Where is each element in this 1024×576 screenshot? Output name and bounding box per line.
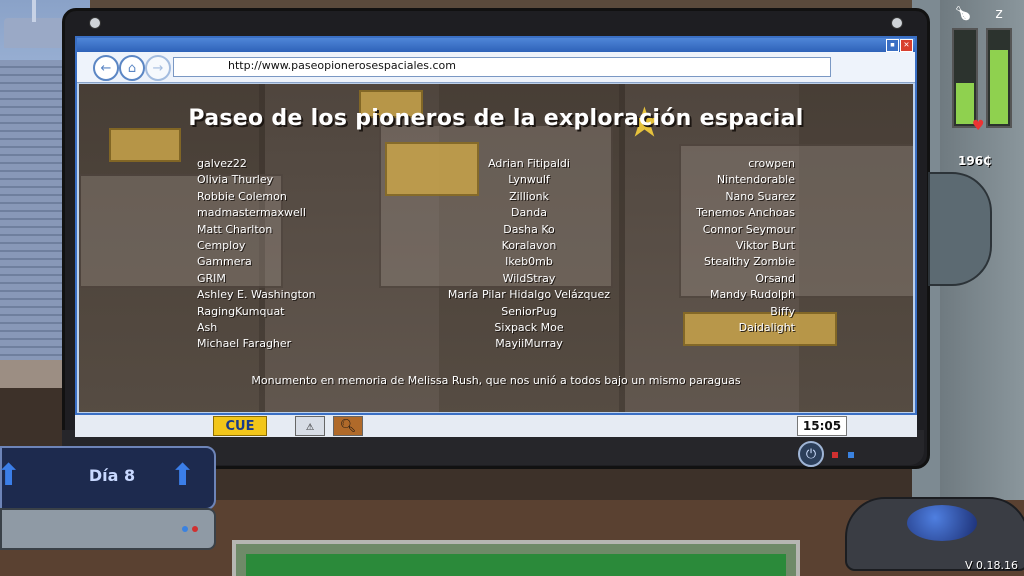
pioneer-name: SeniorPug bbox=[501, 304, 557, 318]
pioneer-name: Mandy Rudolph bbox=[709, 288, 795, 302]
pioneer-name: galvez22 bbox=[197, 157, 247, 170]
pioneer-name: Robbie Colemon bbox=[197, 189, 287, 203]
close-icon[interactable]: ✕ bbox=[900, 39, 913, 52]
back-arrow-icon[interactable]: ← bbox=[93, 55, 119, 81]
pioneer-name: Nintendorable bbox=[716, 173, 795, 187]
pioneer-name: Ashley E. Washington bbox=[197, 288, 316, 302]
screw-icon bbox=[891, 17, 903, 29]
page-title: Paseo de los pioneros de la exploración … bbox=[188, 106, 804, 131]
search-icon[interactable]: 🔍︎ bbox=[333, 416, 363, 436]
pioneer-name: Zillionk bbox=[509, 189, 549, 203]
pioneer-name: Adrian Fitipaldi bbox=[488, 157, 570, 170]
screw-icon bbox=[89, 17, 101, 29]
pioneer-name: Viktor Burt bbox=[735, 239, 795, 253]
warning-icon[interactable]: ⚠ bbox=[295, 416, 325, 436]
trackball-ball bbox=[907, 505, 977, 541]
minimize-icon[interactable]: ▪ bbox=[886, 39, 899, 52]
day-label: Día 8 bbox=[88, 466, 136, 485]
notepad[interactable] bbox=[232, 540, 800, 576]
taskbar: CUE ⚠ 🔍︎ 15:05 bbox=[75, 413, 917, 437]
notepad-screen bbox=[246, 554, 786, 576]
sleep-meter bbox=[986, 28, 1012, 128]
status-led-blue bbox=[848, 452, 854, 458]
pioneer-name: Michael Faragher bbox=[197, 337, 292, 351]
pioneer-name: Cemploy bbox=[197, 239, 246, 253]
pioneer-name: Nano Suarez bbox=[725, 189, 795, 203]
hunger-meter bbox=[952, 28, 978, 128]
pioneer-name: Tenemos Anchoas bbox=[696, 206, 795, 220]
heart-icon: ♥ bbox=[972, 118, 985, 134]
building-antenna bbox=[32, 0, 36, 22]
up-arrow-icon: ⬆ bbox=[170, 458, 196, 493]
pioneer-name: Dasha Ko bbox=[503, 222, 555, 236]
names-column-left: galvez22 Olivia Thurley Robbie Colemon madm… bbox=[197, 156, 316, 353]
status-led-red bbox=[832, 452, 838, 458]
pioneer-name: Danda bbox=[511, 206, 547, 220]
pioneer-name: Matt Charlton bbox=[197, 222, 273, 236]
memorial-text: Monumento en memoria de Melissa Rush, qu… bbox=[251, 374, 741, 387]
pioneer-name: madmastermaxwell bbox=[197, 206, 306, 220]
day-panel: ⬆ Día 8 ⬆ bbox=[0, 446, 216, 510]
gold-plaque bbox=[109, 128, 181, 162]
pioneer-name: GRIM bbox=[197, 271, 226, 285]
home-icon[interactable]: ⌂ bbox=[119, 55, 145, 81]
pioneer-name: Gammera bbox=[197, 255, 252, 269]
pioneer-name: crowpen bbox=[748, 157, 795, 170]
money-counter: 196₵ bbox=[958, 154, 992, 168]
sleep-meter-fill bbox=[990, 50, 1008, 124]
window-titlebar: ▪ ✕ bbox=[77, 38, 915, 52]
pioneer-name: Stealthy Zombie bbox=[704, 255, 795, 269]
up-arrow-icon: ⬆ bbox=[0, 458, 22, 493]
power-button[interactable]: ⏻ bbox=[798, 441, 824, 467]
pioneer-name: RagingKumquat bbox=[197, 304, 285, 318]
browser-toolbar: ← ⌂ → http://www.paseopionerosespaciales… bbox=[77, 52, 915, 83]
start-button[interactable]: CUE bbox=[213, 416, 267, 436]
cable-connector bbox=[928, 172, 992, 286]
game-scene: ⏻ ▪ ✕ ← ⌂ → http://www.paseopionerosespa… bbox=[0, 0, 1024, 576]
forward-arrow-icon[interactable]: → bbox=[145, 55, 171, 81]
pioneer-name: Orsand bbox=[755, 271, 795, 285]
pioneer-name: WildStray bbox=[502, 271, 556, 285]
address-bar[interactable]: http://www.paseopionerosespaciales.com bbox=[173, 57, 831, 77]
tray-led-blue bbox=[182, 526, 188, 532]
pioneer-name: Lynwulf bbox=[508, 173, 550, 187]
city-building bbox=[0, 60, 62, 370]
browser-window: ▪ ✕ ← ⌂ → http://www.paseopionerosespaci… bbox=[75, 36, 917, 416]
pioneer-name: Koralavon bbox=[501, 239, 557, 253]
pioneer-name: Ash bbox=[197, 321, 218, 335]
version-label: V 0.18.16 bbox=[964, 559, 1018, 572]
names-column-middle: Adrian Fitipaldi Lynwulf Zillionk Danda Dash… bbox=[339, 156, 719, 353]
address-url: http://www.paseopionerosespaciales.com bbox=[228, 59, 456, 72]
tray-led-red bbox=[192, 526, 198, 532]
pioneer-name: Daidalight bbox=[738, 321, 795, 335]
web-page: ★ Paseo de los pioneros de la exploració… bbox=[79, 84, 913, 412]
pioneer-name: Sixpack Moe bbox=[494, 321, 564, 335]
taskbar-clock: 15:05 bbox=[797, 416, 847, 436]
names-column-right: crowpen Nintendorable Nano Suarez Tenemos A… bbox=[696, 156, 795, 336]
pioneer-name: Connor Seymour bbox=[702, 222, 795, 236]
pioneer-name: Biffy bbox=[770, 304, 795, 318]
pioneer-name: MayiiMurray bbox=[495, 337, 563, 351]
paper-tray[interactable] bbox=[0, 508, 216, 550]
pioneer-name: María Pilar Hidalgo Velázquez bbox=[447, 288, 611, 302]
pioneer-name: Ikeb0mb bbox=[505, 255, 553, 269]
pioneer-name: Olivia Thurley bbox=[197, 173, 274, 187]
sleep-icon: z bbox=[995, 6, 1003, 22]
hunger-icon: 🍗︎ bbox=[954, 6, 972, 22]
